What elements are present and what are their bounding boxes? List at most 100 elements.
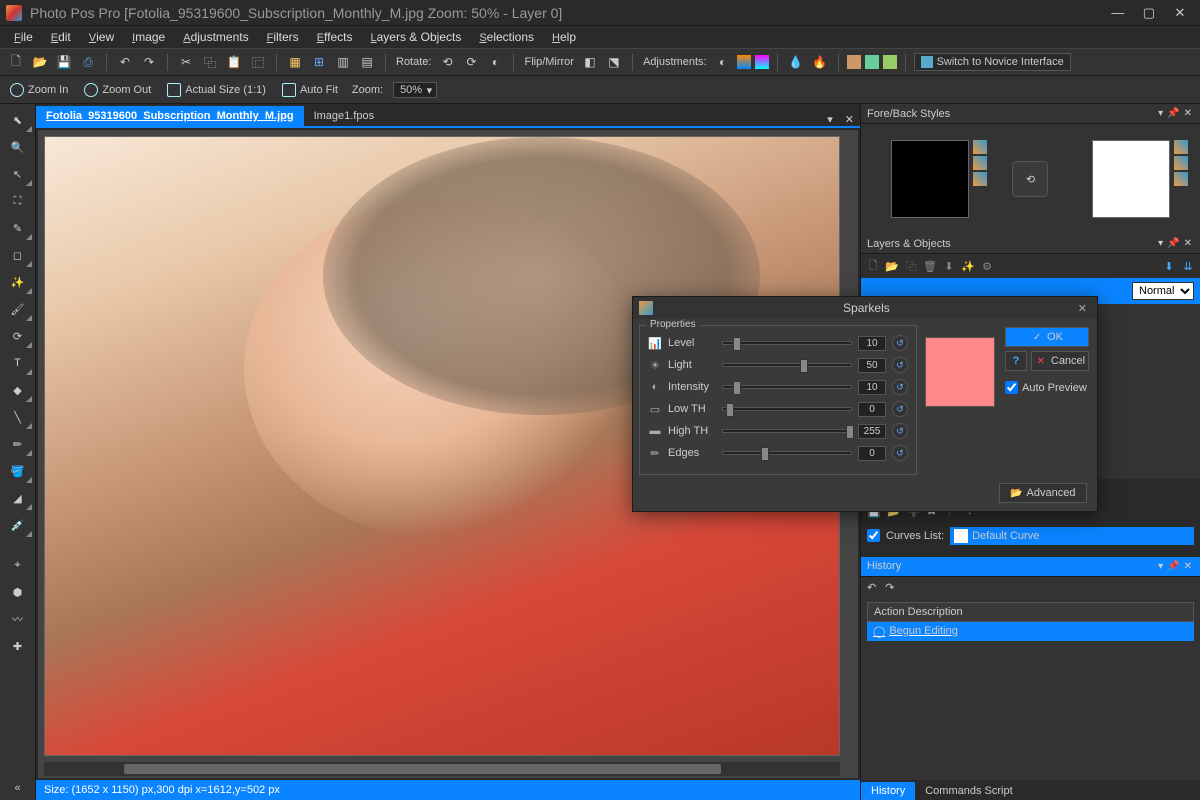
- panel-pin-icon[interactable]: 📌: [1165, 108, 1181, 119]
- flame-icon[interactable]: 🔥: [810, 52, 830, 72]
- history-menu-icon[interactable]: ▾: [1156, 561, 1165, 572]
- layer-fx-icon[interactable]: ✨: [960, 258, 976, 274]
- cancel-button[interactable]: ✕Cancel: [1031, 351, 1089, 371]
- stamp-tool[interactable]: ⌖: [4, 553, 32, 577]
- paste-icon[interactable]: 📋: [224, 52, 244, 72]
- shape-tool[interactable]: ◆: [4, 378, 32, 402]
- cut-icon[interactable]: ✂: [176, 52, 196, 72]
- adj-1-icon[interactable]: ◐: [713, 52, 733, 72]
- history-item[interactable]: ◯ Begun Editing: [867, 622, 1194, 641]
- brush-tool[interactable]: 🖌: [4, 297, 32, 321]
- frames-icon[interactable]: ▥: [333, 52, 353, 72]
- menu-image[interactable]: Image: [124, 28, 173, 46]
- text-tool[interactable]: T: [4, 351, 32, 375]
- prop-value[interactable]: 50: [858, 358, 886, 373]
- menu-effects[interactable]: Effects: [309, 28, 361, 46]
- history-pin-icon[interactable]: 📌: [1165, 561, 1181, 572]
- history-undo-icon[interactable]: ↶: [867, 582, 876, 594]
- zoom-in-button[interactable]: Zoom In: [6, 81, 72, 99]
- layer-del-icon[interactable]: 🗑: [922, 258, 938, 274]
- prop-reset-icon[interactable]: ↺: [892, 379, 908, 395]
- save-all-icon[interactable]: ⎙: [78, 52, 98, 72]
- grid-icon[interactable]: ▦: [285, 52, 305, 72]
- pointer-tool[interactable]: ↖: [4, 162, 32, 186]
- advanced-button[interactable]: 📂Advanced: [999, 483, 1087, 503]
- dialog-close-icon[interactable]: ✕: [1074, 302, 1091, 315]
- panel-menu-icon[interactable]: ▾: [1156, 108, 1165, 119]
- batch-icon[interactable]: ⊞: [309, 52, 329, 72]
- prop-slider[interactable]: [722, 341, 852, 345]
- prop-slider[interactable]: [722, 407, 852, 411]
- prop-reset-icon[interactable]: ↺: [892, 335, 908, 351]
- redo-icon[interactable]: ↷: [139, 52, 159, 72]
- layer-new-icon[interactable]: 🗋: [865, 258, 881, 274]
- prop-reset-icon[interactable]: ↺: [892, 401, 908, 417]
- novice-button[interactable]: Switch to Novice Interface: [914, 53, 1071, 71]
- smudge-tool[interactable]: 〰: [4, 607, 32, 631]
- bg-opt-3[interactable]: [1174, 172, 1188, 186]
- path-tool[interactable]: ✎: [4, 216, 32, 240]
- auto-preview-row[interactable]: Auto Preview: [1005, 381, 1089, 394]
- fg-opt-3[interactable]: [973, 172, 987, 186]
- foreground-swatch[interactable]: [891, 140, 969, 218]
- tabs-close-icon[interactable]: ✕: [839, 113, 860, 126]
- zoom-out-button[interactable]: Zoom Out: [80, 81, 155, 99]
- undo-icon[interactable]: ↶: [115, 52, 135, 72]
- pen-tool[interactable]: ✏: [4, 432, 32, 456]
- layer-misc-icon[interactable]: ⚙: [979, 258, 995, 274]
- flip-h-icon[interactable]: ◧: [580, 52, 600, 72]
- heal-tool[interactable]: ✚: [4, 634, 32, 658]
- layer-merge-icon[interactable]: ⬇: [941, 258, 957, 274]
- adj-3-icon[interactable]: [755, 55, 769, 69]
- collapse-tools[interactable]: «: [4, 776, 32, 800]
- frames2-icon[interactable]: ▤: [357, 52, 377, 72]
- save-icon[interactable]: 💾: [54, 52, 74, 72]
- menu-edit[interactable]: Edit: [43, 28, 79, 46]
- zoom-tool[interactable]: 🔍: [4, 135, 32, 159]
- menu-file[interactable]: File: [6, 28, 41, 46]
- layers-pin-icon[interactable]: 📌: [1165, 238, 1181, 249]
- menu-layers-objects[interactable]: Layers & Objects: [363, 28, 470, 46]
- maximize-button[interactable]: ▢: [1135, 5, 1163, 21]
- prop-slider[interactable]: [722, 363, 852, 367]
- menu-help[interactable]: Help: [544, 28, 584, 46]
- close-button[interactable]: ✕: [1166, 5, 1194, 21]
- layer-down-icon[interactable]: ⬇: [1161, 258, 1177, 274]
- line-tool[interactable]: ╲: [4, 405, 32, 429]
- layer-down2-icon[interactable]: ⇊: [1180, 258, 1196, 274]
- new-file-icon[interactable]: 🗋: [6, 52, 26, 72]
- move-tool[interactable]: ⬉: [4, 108, 32, 132]
- fill-tool[interactable]: 🪣: [4, 459, 32, 483]
- paste-special-icon[interactable]: ⿸: [248, 52, 268, 72]
- eyedropper-tool[interactable]: 💉: [4, 513, 32, 537]
- rotate-left-icon[interactable]: ⟲: [437, 52, 457, 72]
- prop-reset-icon[interactable]: ↺: [892, 357, 908, 373]
- img-2-icon[interactable]: [865, 55, 879, 69]
- prop-value[interactable]: 0: [858, 402, 886, 417]
- copy-icon[interactable]: ⿻: [200, 52, 220, 72]
- swap-colors-button[interactable]: ⟲: [1012, 161, 1048, 197]
- adj-2-icon[interactable]: [737, 55, 751, 69]
- prop-slider[interactable]: [722, 429, 852, 433]
- history-redo-icon[interactable]: ↷: [885, 582, 894, 594]
- prop-slider[interactable]: [722, 451, 852, 455]
- prop-reset-icon[interactable]: ↺: [892, 423, 908, 439]
- menu-adjustments[interactable]: Adjustments: [175, 28, 256, 46]
- marquee-tool[interactable]: ◻: [4, 243, 32, 267]
- gradient-tool[interactable]: ◢: [4, 486, 32, 510]
- bottom-tab-history[interactable]: History: [861, 782, 915, 800]
- img-3-icon[interactable]: [883, 55, 897, 69]
- bg-opt-2[interactable]: [1174, 156, 1188, 170]
- panel-close-icon[interactable]: ✕: [1182, 108, 1194, 119]
- menu-view[interactable]: View: [81, 28, 122, 46]
- drop-icon[interactable]: 💧: [786, 52, 806, 72]
- auto-preview-checkbox[interactable]: [1005, 381, 1018, 394]
- document-tab[interactable]: Fotolia_95319600_Subscription_Monthly_M.…: [36, 106, 304, 126]
- curves-list-checkbox[interactable]: [867, 529, 880, 542]
- background-swatch[interactable]: [1092, 140, 1170, 218]
- prop-value[interactable]: 0: [858, 446, 886, 461]
- menu-selections[interactable]: Selections: [471, 28, 542, 46]
- tabs-menu-icon[interactable]: ▾: [821, 113, 839, 126]
- layers-close-icon[interactable]: ✕: [1182, 238, 1194, 249]
- crop-tool[interactable]: ⛶: [4, 189, 32, 213]
